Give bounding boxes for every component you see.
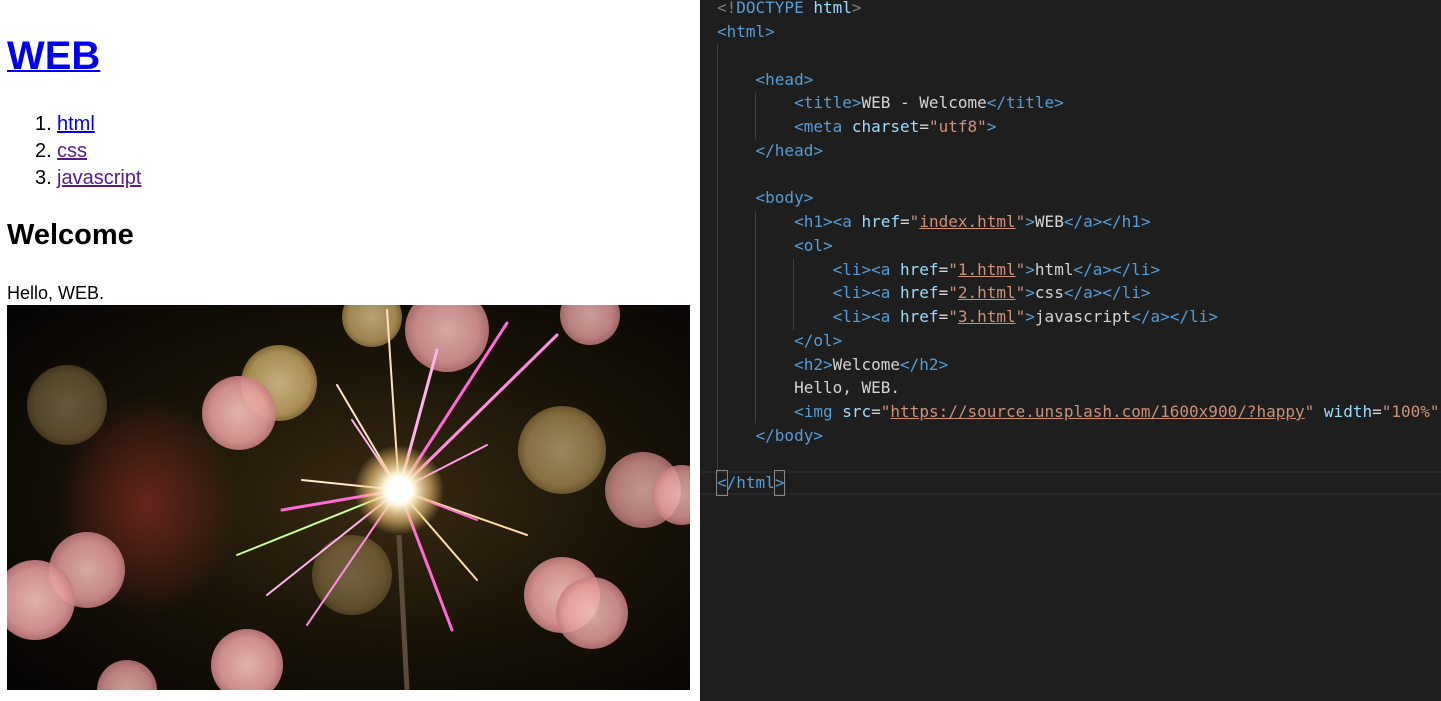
browser-preview: WEB 1. html 2. css 3. javascript Welcome He… (0, 0, 700, 701)
code-line[interactable]: Hello, WEB. (717, 376, 900, 400)
code-line[interactable]: <li><a href="1.html">html</a></li> (717, 258, 1161, 282)
list-item: 2. css (35, 138, 141, 165)
code-line[interactable]: </body> (717, 424, 823, 448)
home-link[interactable]: WEB (7, 34, 100, 78)
current-line-highlight (700, 471, 1441, 495)
list-item: 1. html (35, 111, 141, 138)
body-text: Hello, WEB. (7, 283, 105, 303)
list-item: 3. javascript (35, 165, 141, 192)
code-line[interactable]: <ol> (717, 234, 833, 258)
code-line[interactable]: <li><a href="3.html">javascript</a></li> (717, 305, 1218, 329)
code-line[interactable]: <li><a href="2.html">css</a></li> (717, 281, 1151, 305)
page-heading: WEB (7, 32, 100, 80)
code-line[interactable]: <meta charset="utf8"> (717, 115, 996, 139)
section-heading: Welcome (7, 219, 134, 251)
code-line[interactable]: <!DOCTYPE html> (717, 0, 862, 20)
sparkler-photo-icon (7, 305, 690, 690)
list-number: 1. (35, 113, 52, 135)
sparkler-image (7, 305, 690, 690)
code-line[interactable]: <title>WEB - Welcome</title> (717, 91, 1064, 115)
list-number: 3. (35, 167, 52, 189)
code-line[interactable]: <body> (717, 186, 814, 210)
html-link[interactable]: html (57, 113, 95, 135)
nav-list: 1. html 2. css 3. javascript (35, 111, 141, 192)
css-link[interactable]: css (57, 140, 87, 162)
code-line[interactable]: </html> (716, 470, 786, 496)
code-line[interactable]: <h1><a href="index.html">WEB</a></h1> (717, 210, 1150, 234)
code-line[interactable]: </ol> (717, 329, 842, 353)
code-line[interactable]: <img src="https://source.unsplash.com/16… (717, 400, 1439, 424)
javascript-link[interactable]: javascript (57, 167, 141, 189)
list-number: 2. (35, 140, 52, 162)
matched-bracket: < (716, 470, 728, 496)
code-line[interactable]: <head> (717, 68, 814, 92)
code-line[interactable]: </head> (717, 139, 823, 163)
matched-bracket: > (773, 470, 786, 496)
code-line[interactable]: <html> (717, 20, 775, 44)
code-line[interactable]: <h2>Welcome</h2> (717, 353, 948, 377)
code-editor[interactable]: <!DOCTYPE html> <html> <head> <title>WEB… (700, 0, 1441, 701)
